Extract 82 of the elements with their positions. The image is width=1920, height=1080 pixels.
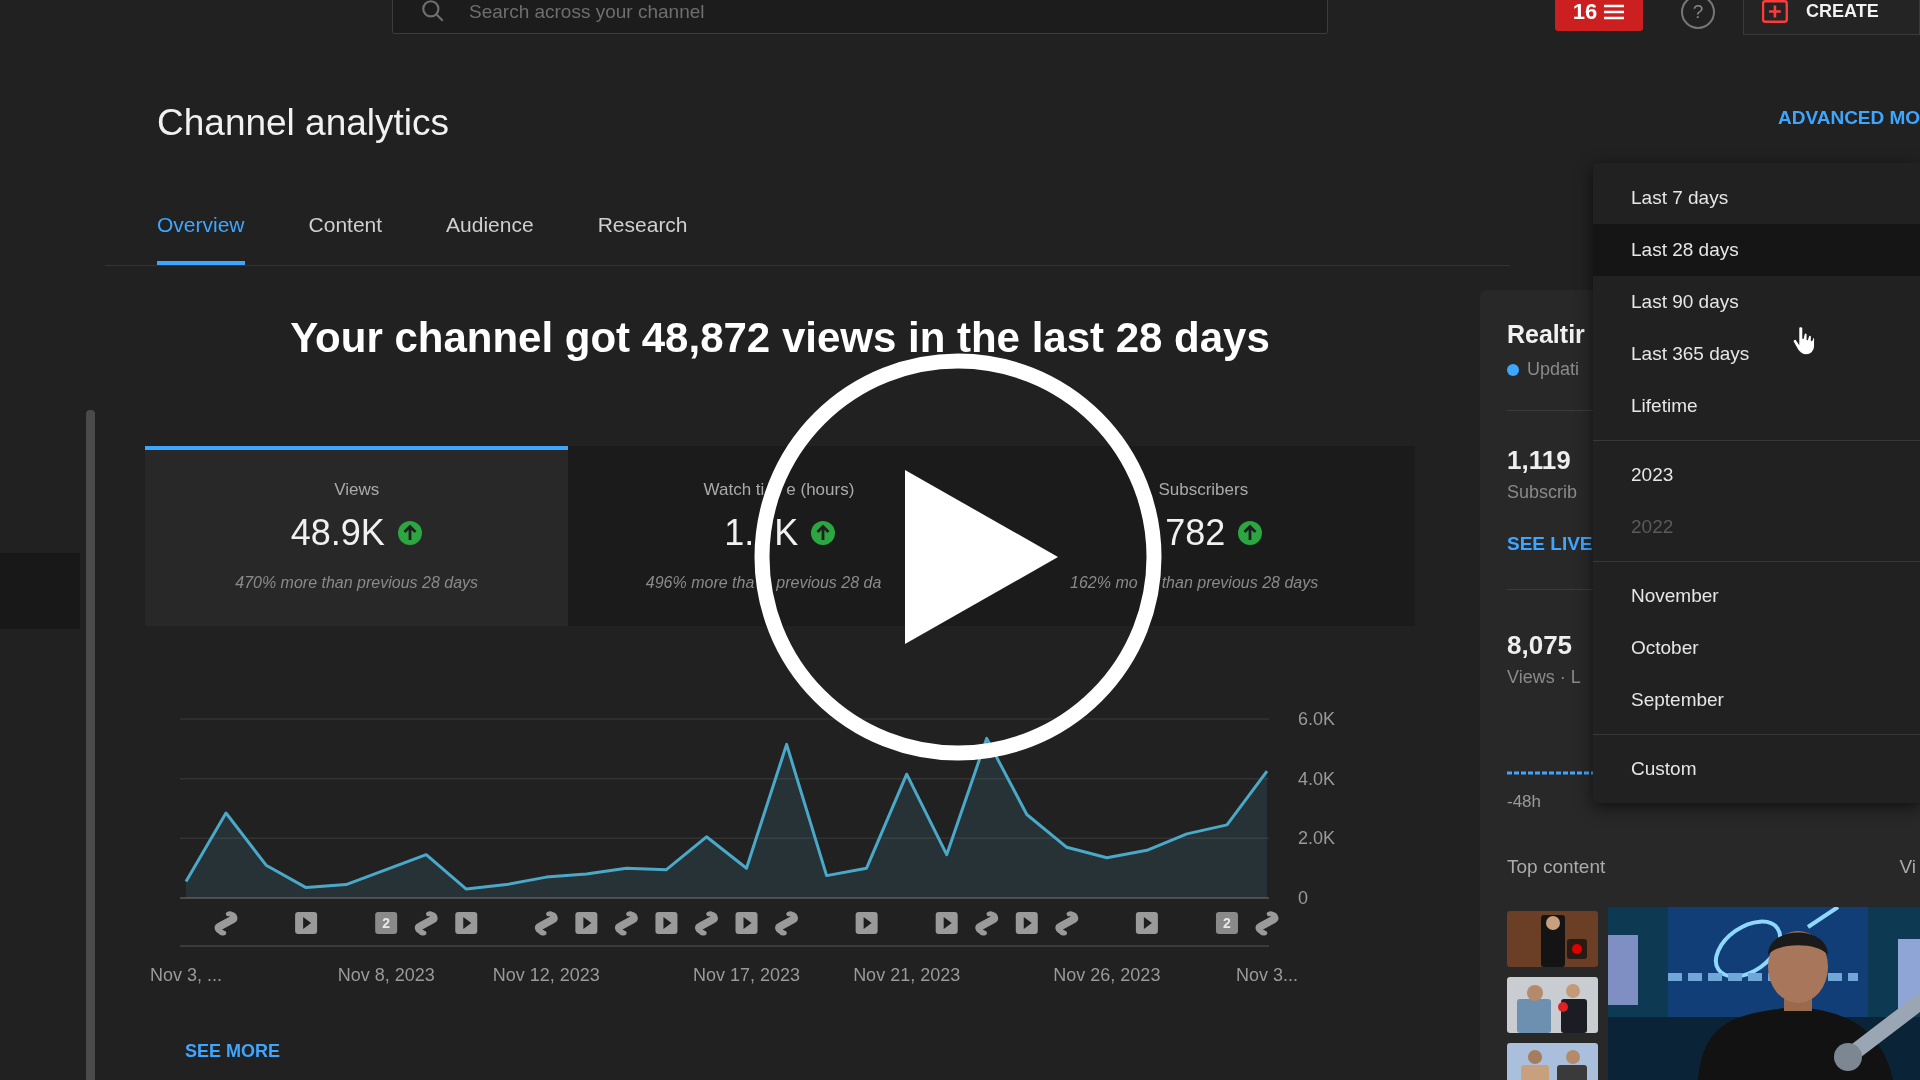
x-axis-label: Nov 17, 2023 (693, 965, 801, 985)
metric-label: e (hours) (786, 480, 855, 500)
metric-card[interactable]: Subscribers 782 162% mo than previous 28 days (991, 446, 1415, 626)
metric-note: 470% more than previous 28 days (235, 574, 479, 592)
video-icon[interactable] (455, 912, 478, 934)
page-title: Channel analytics (157, 103, 451, 143)
list-icon (1603, 2, 1626, 21)
metric-value: 782 (1165, 512, 1226, 554)
video-icon[interactable] (575, 912, 598, 934)
realtime-title: Realtir (1507, 320, 1585, 349)
see-more-link[interactable]: SEE MORE (185, 1041, 281, 1062)
video-icon[interactable] (935, 912, 958, 934)
metric-note: 162% mo (1070, 574, 1138, 592)
menu-item[interactable]: Last 28 days (1593, 224, 1920, 276)
tab[interactable]: Audience (446, 188, 534, 265)
column-header: Vi (1899, 856, 1916, 878)
metric-label: Watch ti (703, 480, 765, 500)
tab[interactable]: Content (308, 188, 383, 265)
search-icon (420, 0, 446, 24)
menu-item[interactable]: September (1593, 674, 1920, 726)
top-content-title: Top content (1507, 856, 1606, 878)
video-icon[interactable] (295, 912, 318, 934)
views-headline: Your channel got 48,872 views in the last 28 days (290, 313, 1270, 363)
shorts-icon[interactable] (775, 911, 798, 936)
y-axis-label: 0 (1298, 888, 1308, 908)
x-axis-label: Nov 26, 2023 (1053, 965, 1161, 985)
menu-item[interactable]: October (1593, 622, 1920, 674)
metric-value: 1. (724, 512, 755, 554)
x-axis-label: Nov 8, 2023 (337, 965, 435, 985)
video-icon[interactable] (1135, 912, 1158, 934)
tab[interactable]: Overview (157, 188, 245, 265)
metric-note: than previous 28 days (1161, 574, 1319, 592)
scrollbar[interactable] (86, 410, 95, 1080)
shorts-icon[interactable] (1255, 911, 1279, 936)
menu-item[interactable]: Custom (1593, 743, 1920, 795)
views-count: 8,075 (1507, 630, 1573, 661)
shorts-icon[interactable] (695, 911, 718, 936)
metric-note: previous 28 da (776, 574, 882, 592)
metric-value: K (774, 512, 799, 554)
search-field[interactable]: Search across your channel (392, 0, 1328, 34)
add-video-icon (1762, 0, 1790, 24)
x-axis-label: Nov 21, 2023 (853, 965, 961, 985)
shorts-icon[interactable] (975, 911, 999, 936)
metric-value: 48.9K (290, 512, 385, 554)
y-axis-label: 2.0K (1298, 828, 1336, 849)
subscriber-label: Subscrib (1507, 482, 1578, 503)
metric-label: Subscribers (1158, 480, 1249, 500)
views-label: Views · L (1507, 667, 1581, 688)
tab[interactable]: Research (597, 188, 688, 265)
menu-item[interactable]: November (1593, 570, 1920, 622)
x-axis-label: Nov 3... (1236, 965, 1298, 985)
metric-card[interactable]: Views 48.9K 470% more than previous 28 days (145, 446, 569, 626)
video-icon[interactable] (855, 912, 878, 934)
update-status: Updati (1527, 359, 1580, 380)
y-axis-label: 4.0K (1298, 768, 1336, 789)
shorts-icon[interactable] (214, 911, 238, 936)
shorts-icon[interactable] (534, 911, 558, 936)
video-icon[interactable] (1015, 912, 1038, 934)
subscriber-count: 1,119 (1507, 445, 1571, 476)
menu-item[interactable]: Last 90 days (1593, 276, 1920, 328)
see-live-link[interactable]: SEE LIVE (1507, 533, 1593, 555)
notifications-button[interactable]: 16 (1555, 0, 1643, 31)
create-button[interactable]: CREATE (1743, 0, 1920, 35)
video-icon[interactable] (735, 912, 758, 934)
x-axis-label: Nov 12, 2023 (492, 965, 600, 985)
hand-cursor-icon (1792, 326, 1816, 356)
shorts-icon[interactable] (615, 911, 638, 936)
metric-note: 496% more tha (645, 574, 755, 592)
time-axis-label: -48h (1507, 792, 1542, 812)
menu-item[interactable]: Lifetime (1593, 380, 1920, 432)
help-button[interactable]: ? (1681, 0, 1715, 29)
video-icon[interactable] (655, 912, 678, 934)
shorts-icon[interactable] (1055, 911, 1079, 936)
menu-item[interactable]: Last 365 days (1593, 328, 1920, 380)
metric-label: Views (334, 480, 380, 500)
status-dot (1507, 363, 1519, 376)
advanced-mode-link[interactable]: ADVANCED MO (1778, 107, 1920, 129)
menu-item[interactable]: Last 7 days (1593, 172, 1920, 224)
menu-item[interactable]: 2023 (1593, 449, 1920, 501)
y-axis-label: 6.0K (1298, 709, 1336, 729)
shorts-icon[interactable] (414, 911, 438, 936)
x-axis-label: Nov 3, ... (150, 965, 222, 985)
